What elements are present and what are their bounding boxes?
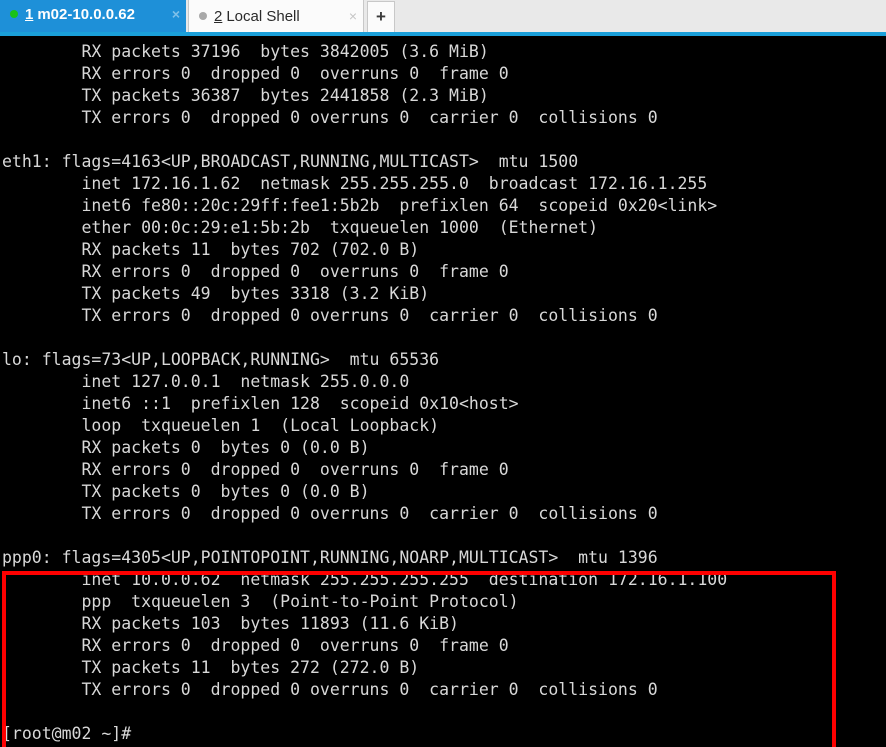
terminal-line: RX errors 0 dropped 0 overruns 0 frame 0 [2, 636, 509, 655]
terminal-line: TX errors 0 dropped 0 overruns 0 carrier… [2, 504, 658, 523]
terminal-line: RX packets 0 bytes 0 (0.0 B) [2, 438, 370, 457]
terminal-line: inet 172.16.1.62 netmask 255.255.255.0 b… [2, 174, 708, 193]
terminal-line: TX packets 36387 bytes 2441858 (2.3 MiB) [2, 86, 489, 105]
new-tab-button[interactable]: + [367, 1, 395, 32]
terminal-line: lo: flags=73<UP,LOOPBACK,RUNNING> mtu 65… [2, 350, 440, 369]
terminal-output-pane[interactable]: RX packets 37196 bytes 3842005 (3.6 MiB)… [0, 36, 886, 747]
tab-label: m02-10.0.0.62 [37, 5, 135, 23]
tab-number: 1 [25, 5, 34, 23]
terminal-line: eth1: flags=4163<UP,BROADCAST,RUNNING,MU… [2, 152, 579, 171]
connection-status-dot-icon [10, 10, 18, 18]
terminal-line: inet 10.0.0.62 netmask 255.255.255.255 d… [2, 570, 728, 589]
terminal-line: RX packets 37196 bytes 3842005 (3.6 MiB) [2, 42, 489, 61]
terminal-line: RX errors 0 dropped 0 overruns 0 frame 0 [2, 262, 509, 281]
terminal-line: TX packets 49 bytes 3318 (3.2 KiB) [2, 284, 430, 303]
terminal-line: TX errors 0 dropped 0 overruns 0 carrier… [2, 306, 658, 325]
tab-bar: 1 m02-10.0.0.62 × 2 Local Shell × + [0, 0, 886, 36]
tab-label: Local Shell [226, 7, 300, 25]
terminal-line: RX errors 0 dropped 0 overruns 0 frame 0 [2, 64, 509, 83]
terminal-line: RX errors 0 dropped 0 overruns 0 frame 0 [2, 460, 509, 479]
terminal-line: RX packets 11 bytes 702 (702.0 B) [2, 240, 420, 259]
close-icon[interactable]: × [172, 7, 180, 21]
terminal-line: inet6 ::1 prefixlen 128 scopeid 0x10<hos… [2, 394, 519, 413]
terminal-line: TX packets 11 bytes 272 (272.0 B) [2, 658, 420, 677]
terminal-line: loop txqueuelen 1 (Local Loopback) [2, 416, 440, 435]
terminal-line-list: RX packets 37196 bytes 3842005 (3.6 MiB)… [0, 41, 886, 745]
terminal-line: [root@m02 ~]# [2, 724, 132, 743]
terminal-line: TX packets 0 bytes 0 (0.0 B) [2, 482, 370, 501]
terminal-line: TX errors 0 dropped 0 overruns 0 carrier… [2, 680, 658, 699]
connection-status-dot-icon [199, 12, 207, 20]
terminal-line: RX packets 103 bytes 11893 (11.6 KiB) [2, 614, 459, 633]
terminal-line: TX errors 0 dropped 0 overruns 0 carrier… [2, 108, 658, 127]
terminal-line: ppp txqueuelen 3 (Point-to-Point Protoco… [2, 592, 519, 611]
terminal-line: inet6 fe80::20c:29ff:fee1:5b2b prefixlen… [2, 196, 718, 215]
tab-number: 2 [214, 7, 223, 25]
terminal-line: inet 127.0.0.1 netmask 255.0.0.0 [2, 372, 410, 391]
tab-bar-empty-area [395, 0, 886, 32]
tab-local-shell[interactable]: 2 Local Shell × [188, 0, 364, 32]
terminal-line: ether 00:0c:29:e1:5b:2b txqueuelen 1000 … [2, 218, 599, 237]
tab-session-1[interactable]: 1 m02-10.0.0.62 × [0, 0, 186, 32]
close-icon[interactable]: × [349, 9, 357, 23]
terminal-line: ppp0: flags=4305<UP,POINTOPOINT,RUNNING,… [2, 548, 658, 567]
